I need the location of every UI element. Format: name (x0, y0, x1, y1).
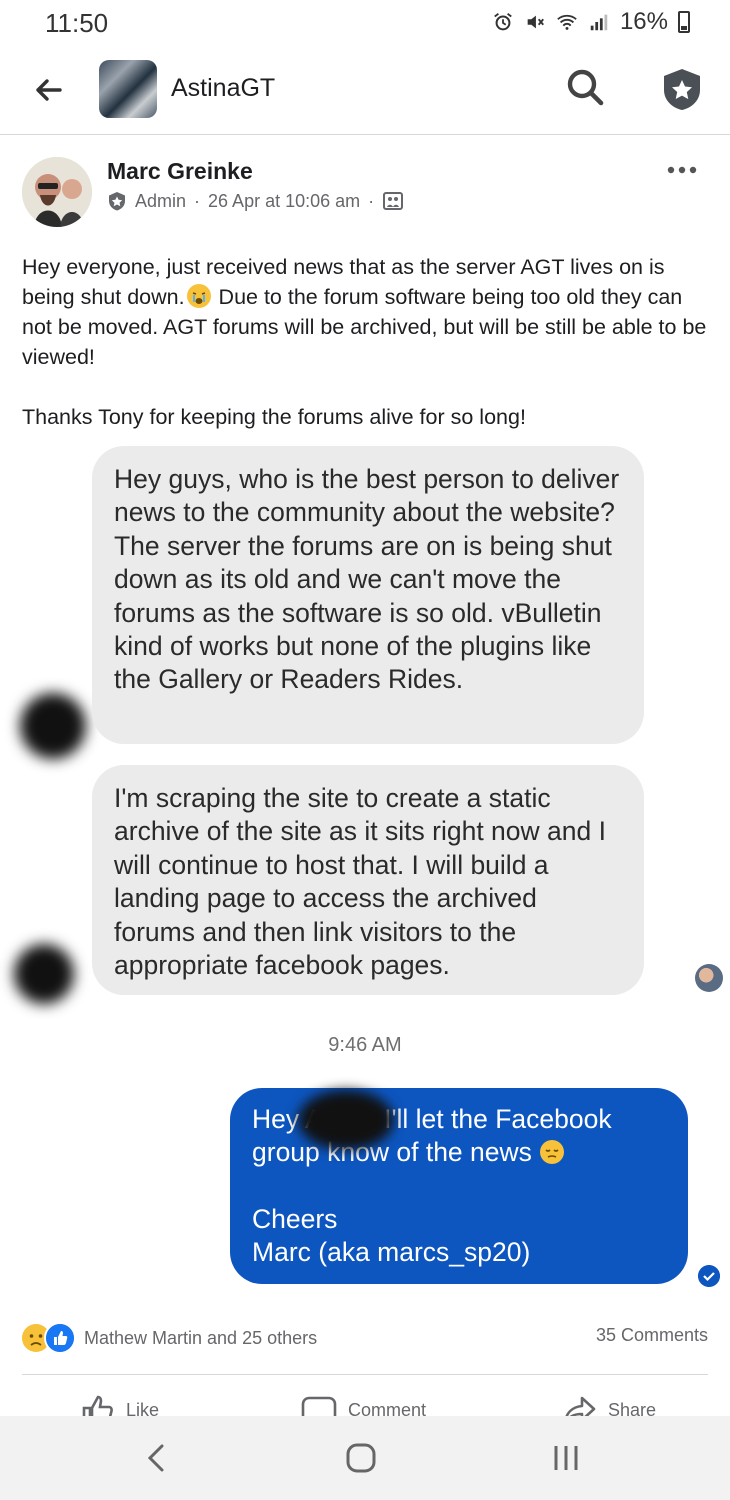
admin-shield-icon[interactable] (660, 66, 704, 112)
author-photo (22, 157, 92, 227)
more-options-icon[interactable] (664, 158, 700, 182)
signal-icon (590, 14, 608, 31)
reply-signature: Marc (aka marcs_sp20) (252, 1237, 531, 1268)
delivered-check-icon (698, 1265, 720, 1287)
search-icon[interactable] (564, 66, 606, 108)
received-message-bubble: Hey guys, who is the best person to deli… (92, 446, 644, 744)
mute-icon (527, 15, 544, 29)
nav-recent-apps-icon[interactable] (548, 1440, 584, 1476)
post-body: Hey everyone, just received news that as… (22, 252, 712, 432)
seen-avatar (695, 964, 723, 992)
back-arrow-icon[interactable] (30, 72, 66, 108)
redacted-avatar (14, 944, 74, 1004)
post-meta: Admin · 26 Apr at 10:06 am · (107, 190, 404, 212)
meta-dot: · (194, 190, 201, 211)
group-header: AstinaGT (0, 46, 730, 135)
redacted-avatar (20, 693, 86, 759)
group-avatar[interactable] (99, 60, 157, 118)
author-name[interactable]: Marc Greinke (107, 158, 253, 185)
reactions-summary[interactable]: Mathew Martin and 25 others (22, 1322, 317, 1354)
pensive-emoji-icon (540, 1140, 565, 1165)
redaction-blob (298, 1090, 394, 1150)
nav-back-icon[interactable] (140, 1440, 176, 1476)
wifi-icon (557, 14, 577, 30)
battery-percent: 16% (619, 8, 668, 35)
status-time: 11:50 (45, 8, 109, 38)
reply-cheers: Cheers (252, 1203, 338, 1234)
like-reaction-icon (44, 1322, 76, 1354)
crying-emoji-icon (186, 284, 211, 308)
admin-badge-icon (109, 192, 125, 211)
reaction-names[interactable]: Mathew Martin and 25 others (84, 1328, 317, 1349)
alarm-icon (494, 13, 512, 31)
author-role: Admin (135, 190, 187, 211)
post-thanks: Thanks Tony for keeping the forums alive… (22, 405, 526, 429)
divider (22, 1374, 708, 1375)
comments-count[interactable]: 35 Comments (596, 1325, 708, 1346)
received-message-bubble: I'm scraping the site to create a static… (92, 765, 644, 995)
nav-home-icon[interactable] (343, 1440, 379, 1476)
system-nav-bar (0, 1416, 730, 1500)
status-icons: 16% (492, 8, 690, 36)
author-avatar[interactable] (22, 157, 92, 227)
message-timestamp: 9:46 AM (328, 1034, 402, 1056)
post-paragraph: Hey everyone, just received news that as… (22, 252, 712, 372)
battery-icon (678, 11, 690, 33)
group-audience-icon (383, 192, 404, 210)
meta-dot: · (368, 190, 375, 211)
group-name[interactable]: AstinaGT (171, 74, 275, 103)
status-bar: 11:50 16% (0, 0, 730, 44)
post-date[interactable]: 26 Apr at 10:06 am (208, 191, 360, 212)
